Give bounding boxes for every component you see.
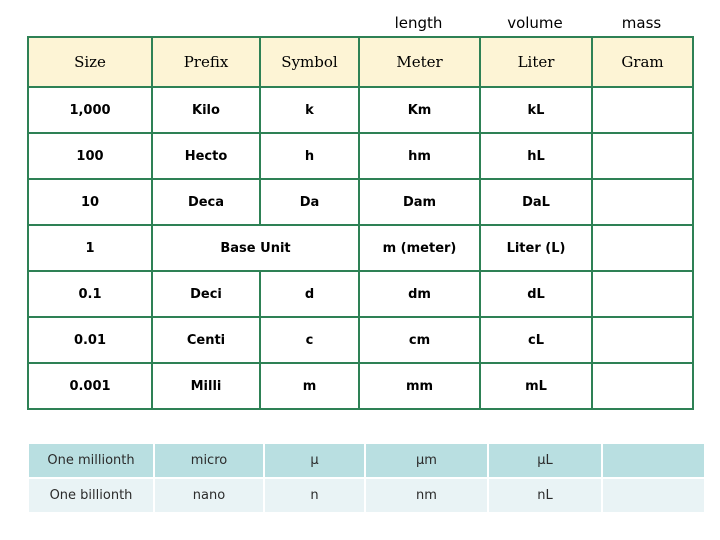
cell-meter: cm xyxy=(358,316,481,364)
table-row: 1,000 Kilo k Km kL xyxy=(27,86,694,134)
cell-gram xyxy=(591,362,694,410)
small-prefix-table-body: One millionth micro µ µm µL One billiont… xyxy=(29,444,704,512)
cell-size: 0.001 xyxy=(27,362,153,410)
cell-meter: mm xyxy=(358,362,481,410)
main-metric-table: Size Prefix Symbol Meter Liter Gram 1,00… xyxy=(27,36,694,410)
small-prefix-table: One millionth micro µ µm µL One billiont… xyxy=(27,442,706,514)
cell-symbol: µ xyxy=(265,444,364,477)
cell-gram xyxy=(591,316,694,364)
header-cell-liter: Liter xyxy=(479,36,593,88)
cell-prefix: Kilo xyxy=(151,86,261,134)
cell-symbol: k xyxy=(259,86,360,134)
group-label-spacer-size xyxy=(27,12,151,36)
cell-prefix: nano xyxy=(155,479,263,512)
main-table-header: Size Prefix Symbol Meter Liter Gram xyxy=(27,36,694,88)
header-cell-size: Size xyxy=(27,36,153,88)
cell-gram xyxy=(603,479,704,512)
cell-meter: m (meter) xyxy=(358,224,481,272)
group-label-length: length xyxy=(394,14,443,32)
table-row-base-unit: 1 Base Unit m (meter) Liter (L) xyxy=(27,224,694,272)
cell-prefix: Hecto xyxy=(151,132,261,180)
cell-liter: dL xyxy=(479,270,593,318)
cell-liter: Liter (L) xyxy=(479,224,593,272)
cell-size: 1,000 xyxy=(27,86,153,134)
cell-meter: nm xyxy=(366,479,487,512)
table-row: 0.001 Milli m mm mL xyxy=(27,362,694,410)
cell-liter: µL xyxy=(489,444,601,477)
main-table-body: 1,000 Kilo k Km kL 100 Hecto h hm hL 10 … xyxy=(27,86,694,410)
cell-liter: nL xyxy=(489,479,601,512)
cell-size: 10 xyxy=(27,178,153,226)
cell-prefix: Milli xyxy=(151,362,261,410)
header-cell-prefix: Prefix xyxy=(151,36,261,88)
cell-prefix: micro xyxy=(155,444,263,477)
cell-size: One billionth xyxy=(29,479,153,512)
cell-liter: hL xyxy=(479,132,593,180)
cell-prefix: Centi xyxy=(151,316,261,364)
cell-size: 0.1 xyxy=(27,270,153,318)
cell-liter: kL xyxy=(479,86,593,134)
cell-gram xyxy=(591,178,694,226)
table-row: 0.01 Centi c cm cL xyxy=(27,316,694,364)
cell-gram xyxy=(591,270,694,318)
cell-meter: dm xyxy=(358,270,481,318)
cell-gram xyxy=(603,444,704,477)
cell-liter: cL xyxy=(479,316,593,364)
cell-prefix: Deci xyxy=(151,270,261,318)
header-cell-gram: Gram xyxy=(591,36,694,88)
cell-meter: Km xyxy=(358,86,481,134)
cell-symbol: c xyxy=(259,316,360,364)
group-label-mass: mass xyxy=(621,14,662,32)
header-cell-symbol: Symbol xyxy=(259,36,360,88)
group-label-spacer-symbol xyxy=(259,12,358,36)
cell-liter: mL xyxy=(479,362,593,410)
cell-symbol: Da xyxy=(259,178,360,226)
cell-symbol: n xyxy=(265,479,364,512)
cell-gram xyxy=(591,86,694,134)
header-cell-meter: Meter xyxy=(358,36,481,88)
cell-size: 0.01 xyxy=(27,316,153,364)
cell-prefix: Deca xyxy=(151,178,261,226)
metric-prefix-chart: length volume mass Size Prefix Symbol Me… xyxy=(0,0,720,540)
table-row: One billionth nano n nm nL xyxy=(29,479,704,512)
cell-liter: DaL xyxy=(479,178,593,226)
cell-gram xyxy=(591,224,694,272)
group-label-spacer-prefix xyxy=(151,12,259,36)
cell-size: One millionth xyxy=(29,444,153,477)
table-row: One millionth micro µ µm µL xyxy=(29,444,704,477)
cell-size: 1 xyxy=(27,224,153,272)
cell-size: 100 xyxy=(27,132,153,180)
cell-base-unit: Base Unit xyxy=(151,224,360,272)
cell-meter: Dam xyxy=(358,178,481,226)
group-label-volume: volume xyxy=(507,14,563,32)
cell-meter: hm xyxy=(358,132,481,180)
cell-meter: µm xyxy=(366,444,487,477)
table-row: 100 Hecto h hm hL xyxy=(27,132,694,180)
cell-symbol: h xyxy=(259,132,360,180)
cell-symbol: d xyxy=(259,270,360,318)
cell-symbol: m xyxy=(259,362,360,410)
column-group-labels: length volume mass xyxy=(27,12,692,36)
table-row: 10 Deca Da Dam DaL xyxy=(27,178,694,226)
header-row: Size Prefix Symbol Meter Liter Gram xyxy=(27,36,694,88)
table-row: 0.1 Deci d dm dL xyxy=(27,270,694,318)
cell-gram xyxy=(591,132,694,180)
